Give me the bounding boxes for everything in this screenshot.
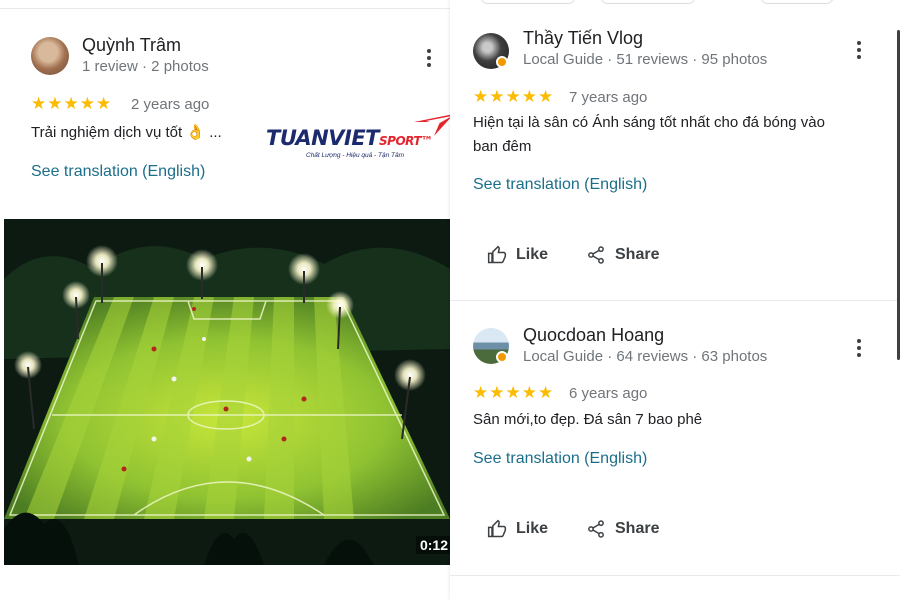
star-rating: ★★★★★ [473, 87, 555, 106]
right-review-list: Thầy Tiến Vlog Local Guide · 51 reviews … [450, 0, 900, 600]
reviewer-name[interactable]: Quocdoan Hoang [523, 325, 664, 346]
filter-chip[interactable] [600, 0, 696, 4]
see-translation-link[interactable]: See translation (English) [473, 450, 647, 468]
like-label: Like [516, 520, 549, 537]
review-text: Hiện tại là sân có Ánh sáng tốt nhất cho… [473, 114, 825, 131]
thumbs-up-icon [487, 519, 507, 538]
see-translation-link[interactable]: See translation (English) [473, 176, 647, 194]
football-field-image [4, 219, 450, 565]
reviewer-meta: 1 review · 2 photos [82, 58, 209, 75]
star-rating: ★★★★★ [473, 383, 555, 402]
share-label: Share [615, 246, 660, 263]
share-icon [588, 520, 604, 538]
review-divider [450, 300, 900, 301]
tuanviet-sport-logo: TUANVIETSPORT™ Chất Lượng - Hiệu quả - T… [266, 112, 456, 166]
filter-chip[interactable] [760, 0, 834, 4]
logo-tagline: Chất Lượng - Hiệu quả - Tận Tâm [306, 152, 405, 159]
review-text: ban đêm [473, 138, 532, 155]
left-review-card: Quỳnh Trâm 1 review · 2 photos ★★★★★ 2 y… [0, 0, 454, 600]
filter-chip[interactable] [480, 0, 576, 4]
like-label: Like [516, 246, 549, 263]
like-button[interactable]: Like [487, 519, 548, 539]
reviewer-name[interactable]: Quỳnh Trâm [82, 35, 181, 56]
share-label: Share [615, 520, 660, 537]
local-guide-badge-icon [496, 56, 508, 68]
thumbs-up-icon [487, 245, 507, 264]
review-divider [450, 575, 900, 576]
video-duration: 0:12 [415, 536, 450, 554]
review-text: Sân mới,to đẹp. Đá sân 7 bao phê [473, 411, 703, 428]
divider [0, 8, 450, 9]
see-translation-link[interactable]: See translation (English) [31, 163, 205, 181]
more-vert-icon[interactable] [849, 338, 869, 358]
reviewer-meta: Local Guide · 64 reviews · 63 photos [523, 348, 768, 365]
reviewer-avatar[interactable] [31, 37, 69, 75]
reviewer-meta: Local Guide · 51 reviews · 95 photos [523, 51, 768, 68]
star-rating: ★★★★★ [31, 94, 113, 113]
share-button[interactable]: Share [586, 519, 659, 539]
share-icon [588, 246, 604, 264]
review-video-thumbnail[interactable]: 0:12 [4, 219, 450, 565]
more-vert-icon[interactable] [419, 48, 439, 68]
review-time: 2 years ago [131, 96, 210, 113]
review-text: Trải nghiệm dịch vụ tốt 👌 ... [31, 124, 222, 141]
like-button[interactable]: Like [487, 245, 548, 265]
review-time: 6 years ago [569, 385, 648, 402]
review-time: 7 years ago [569, 89, 648, 106]
share-button[interactable]: Share [586, 245, 659, 265]
logo-wordmark: TUANVIETSPORT™ [266, 126, 433, 150]
more-vert-icon[interactable] [849, 40, 869, 60]
local-guide-badge-icon [496, 351, 508, 363]
reviewer-name[interactable]: Thầy Tiến Vlog [523, 28, 643, 49]
